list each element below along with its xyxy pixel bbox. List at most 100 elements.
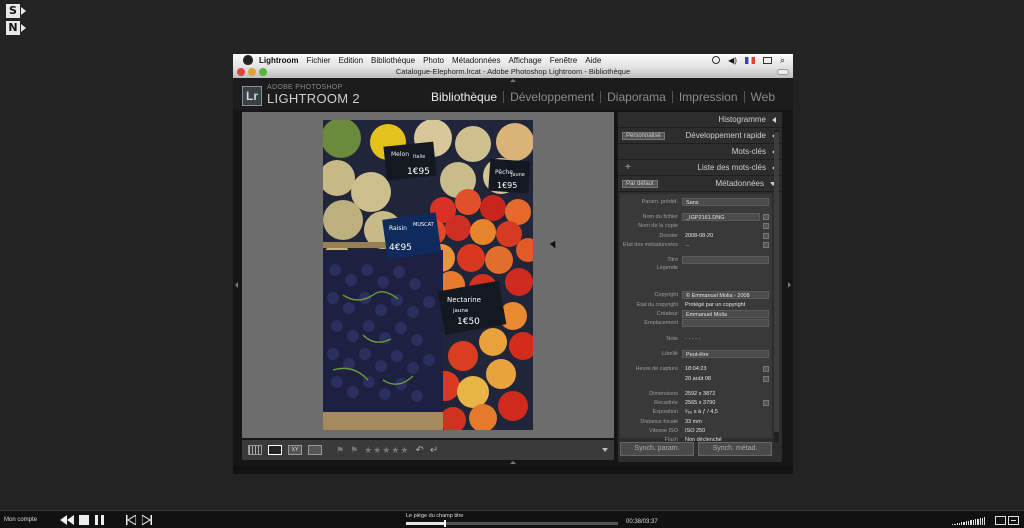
metadata-row: Nom de la copie	[620, 222, 772, 231]
metadata-row: Dimensions 2592 x 3872	[649, 390, 716, 397]
svg-text:MUSCAT: MUSCAT	[413, 222, 435, 228]
toolbar-menu-icon[interactable]	[602, 448, 608, 452]
filmstrip-toggle-icon[interactable]	[510, 461, 516, 464]
location-field[interactable]	[682, 319, 769, 328]
survey-view-button[interactable]	[308, 445, 322, 455]
apple-icon[interactable]	[243, 55, 253, 65]
loupe-view-button[interactable]	[268, 445, 282, 455]
caption-field[interactable]	[682, 265, 772, 289]
right-panel: Histogramme Personnalisé Développement r…	[618, 112, 782, 462]
next-chapter-icon[interactable]	[142, 515, 152, 525]
french-flag-icon[interactable]	[744, 56, 755, 64]
lightroom-window: Lightroom Fichier Edition Bibliothèque P…	[233, 54, 793, 474]
filename-field[interactable]: _IGP2161.DNG	[682, 212, 760, 221]
metadata-row: Libellé Peut-être	[620, 349, 772, 358]
copyright-field[interactable]: © Emmanuel Molia - 2008	[682, 291, 769, 300]
time-machine-icon[interactable]	[712, 56, 721, 64]
svg-text:Nectarine: Nectarine	[447, 296, 481, 304]
folder-go-icon[interactable]	[763, 232, 769, 239]
s-app-icon[interactable]: S	[6, 4, 26, 18]
volume-icon[interactable]: ◀︎)	[728, 56, 737, 65]
brand-small: ADOBE PHOTOSHOP	[267, 84, 343, 91]
collapse-arrow-icon	[772, 116, 776, 123]
panel-scrollbar[interactable]	[774, 130, 779, 442]
menu-bibliotheque[interactable]: Bibliothèque	[371, 56, 415, 65]
metadata-row: Recadrée 2565 x 3790	[620, 398, 772, 407]
menu-fenetre[interactable]: Fenêtre	[550, 56, 578, 65]
sync-settings-button[interactable]: Synch. param.	[620, 442, 694, 456]
zoom-button[interactable]	[259, 68, 267, 76]
module-diaporama[interactable]: Diaporama	[600, 91, 672, 103]
edit-capture-time-icon[interactable]	[763, 366, 769, 373]
creator-field[interactable]: Emmanuel Molia	[682, 310, 769, 319]
go-icon[interactable]	[763, 223, 769, 230]
flag-reject-icon[interactable]: ⚑	[350, 445, 358, 456]
metadata-row: 20 août 08	[620, 374, 772, 383]
metadata-row: Titre	[620, 255, 772, 265]
sync-metadata-button[interactable]: Synch. métad.	[698, 442, 772, 456]
panel-liste-mots-cles[interactable]: + Liste des mots-clés	[618, 160, 782, 176]
market-fruit-photo: Melon Italie 1€95 Pêche jaune 1€95 Raisi…	[323, 120, 533, 430]
account-link[interactable]: Mon compte	[4, 517, 37, 523]
title-field[interactable]	[682, 256, 769, 265]
spotlight-icon[interactable]: ⌕	[780, 55, 785, 66]
menu-aide[interactable]: Aide	[585, 56, 601, 65]
grid-view-button[interactable]	[248, 445, 262, 455]
video-player-bar: Mon compte Le piège du champ titre 00:38…	[0, 510, 1024, 528]
rotate-right-icon[interactable]: ↵	[430, 445, 438, 456]
add-keyword-button[interactable]: +	[625, 162, 631, 173]
previous-chapter-icon[interactable]	[126, 515, 136, 525]
menu-edition[interactable]: Edition	[339, 56, 363, 65]
left-panel-toggle-icon[interactable]	[235, 282, 238, 288]
svg-text:Italie: Italie	[413, 154, 425, 160]
fullscreen-icon[interactable]	[1008, 516, 1019, 525]
module-developpement[interactable]: Développement	[503, 91, 600, 103]
menu-photo[interactable]: Photo	[423, 56, 444, 65]
preset-select[interactable]: Personnalisé	[622, 132, 665, 140]
crop-go-icon[interactable]	[763, 400, 769, 407]
module-bibliotheque[interactable]: Bibliothèque	[425, 91, 503, 103]
volume-slider[interactable]	[952, 517, 988, 525]
pause-icon[interactable]	[95, 515, 104, 525]
module-impression[interactable]: Impression	[671, 91, 744, 103]
compare-view-button[interactable]: XY	[288, 445, 302, 455]
top-panel-toggle-icon[interactable]	[510, 79, 516, 82]
flag-pick-icon[interactable]: ⚑	[336, 445, 344, 456]
copyright-status-select[interactable]: Protégé par un copyright	[682, 301, 772, 309]
metadata-preset-select[interactable]: Par défaut	[622, 180, 658, 188]
metadata-status-icon[interactable]	[763, 241, 769, 248]
label-field[interactable]: Peut-être	[682, 349, 769, 358]
right-panel-toggle-icon[interactable]	[788, 282, 791, 288]
rating-field[interactable]: · · · · ·	[682, 335, 772, 343]
panel-histogramme[interactable]: Histogramme	[618, 112, 782, 128]
n-app-icon[interactable]: N	[6, 21, 26, 35]
menu-metadonnees[interactable]: Métadonnées	[452, 56, 500, 65]
menu-app-name[interactable]: Lightroom	[259, 56, 299, 65]
menu-affichage[interactable]: Affichage	[508, 56, 541, 65]
capture-date-icon[interactable]	[763, 375, 769, 382]
desktop: S N Lightroom Fichier Edition Bibliothèq…	[0, 0, 1024, 528]
module-web[interactable]: Web	[743, 91, 781, 103]
minimize-button[interactable]	[248, 68, 256, 76]
rotate-left-icon[interactable]: ↶	[416, 445, 424, 456]
svg-text:1€50: 1€50	[457, 317, 480, 327]
menu-fichier[interactable]: Fichier	[307, 56, 331, 65]
panel-mots-cles[interactable]: Mots-clés	[618, 144, 782, 160]
library-toolbar: XY ⚑ ⚑ ★★★★★ ↶ ↵	[242, 440, 614, 460]
close-button[interactable]	[237, 68, 245, 76]
panel-metadonnees[interactable]: Par défaut Métadonnées	[618, 176, 782, 192]
metadata-row: Distance focale 33 mm	[640, 418, 702, 425]
rename-icon[interactable]	[763, 213, 769, 220]
star-rating[interactable]: ★★★★★	[364, 445, 409, 456]
param-predef-select[interactable]: Sans	[682, 197, 769, 206]
stop-icon[interactable]	[79, 515, 89, 525]
display-icon[interactable]	[762, 56, 772, 64]
svg-text:jaune: jaune	[452, 308, 469, 314]
loupe-view[interactable]: Melon Italie 1€95 Pêche jaune 1€95 Raisi…	[242, 112, 614, 438]
resize-window-icon[interactable]	[995, 516, 1006, 525]
seek-bar[interactable]	[406, 520, 618, 527]
rewind-icon[interactable]	[60, 515, 74, 525]
toolbar-toggle-button[interactable]	[777, 69, 789, 75]
metadata-row: Param. prédéf. Sans	[620, 197, 772, 206]
panel-developpement-rapide[interactable]: Personnalisé Développement rapide	[618, 128, 782, 144]
